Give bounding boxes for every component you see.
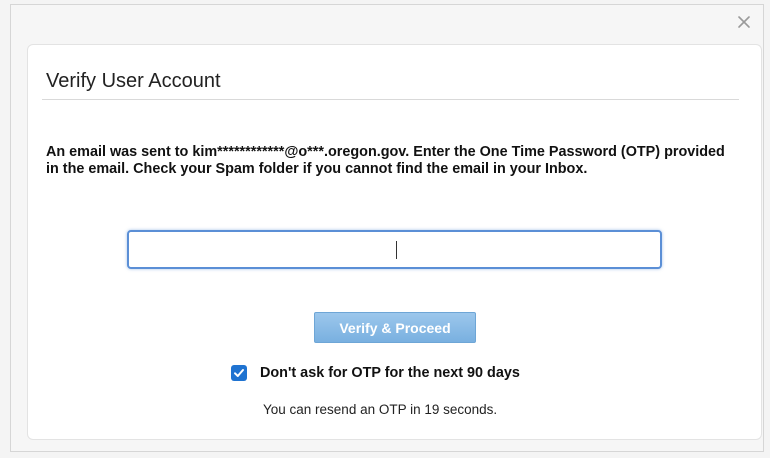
close-icon — [737, 15, 751, 29]
close-button[interactable] — [733, 11, 755, 33]
remember-otp-checkbox[interactable] — [231, 365, 247, 381]
otp-instructions: An email was sent to kim************@o**… — [46, 144, 725, 177]
otp-input[interactable] — [127, 230, 662, 269]
title-divider — [42, 99, 739, 100]
dialog-title: Verify User Account — [46, 70, 221, 92]
remember-otp-option[interactable]: Don't ask for OTP for the next 90 days — [231, 365, 520, 381]
remember-otp-label: Don't ask for OTP for the next 90 days — [260, 365, 520, 381]
verify-proceed-button[interactable]: Verify & Proceed — [314, 312, 476, 343]
checkmark-icon — [233, 364, 245, 383]
verify-account-panel: Verify User Account An email was sent to… — [27, 44, 762, 440]
resend-countdown-text: You can resend an OTP in 19 seconds. — [263, 402, 498, 417]
